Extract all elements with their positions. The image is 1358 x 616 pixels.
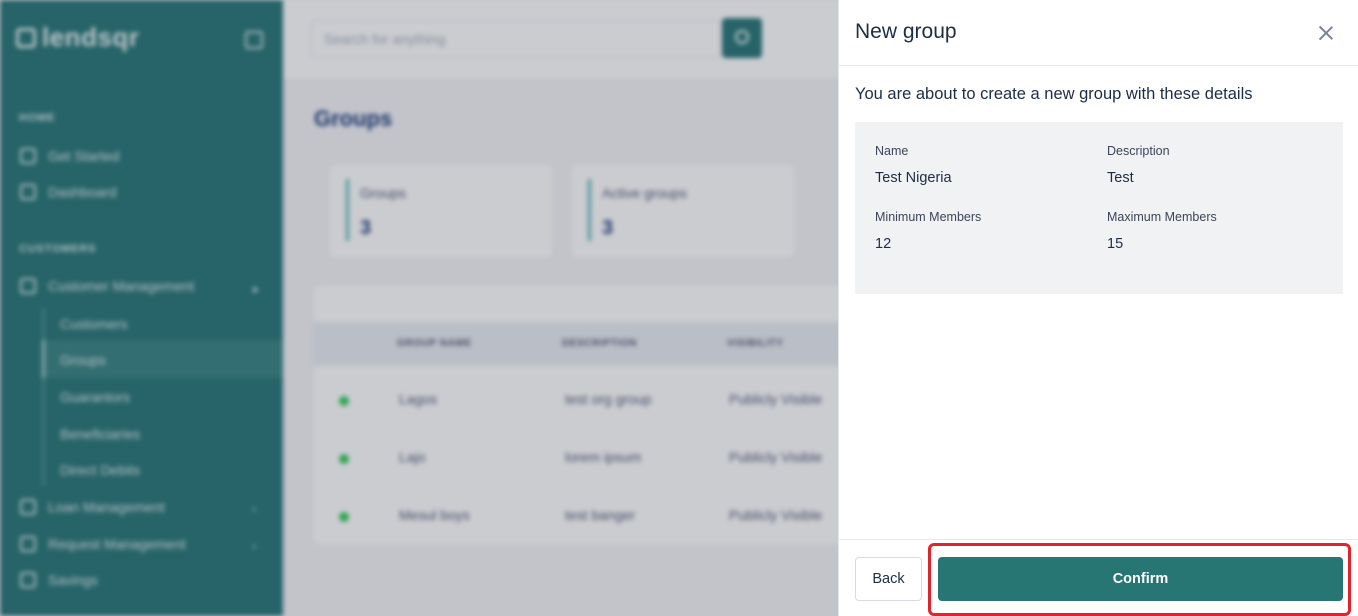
drawer-title: New group xyxy=(855,20,957,43)
name-label: Name xyxy=(875,144,909,158)
back-button[interactable]: Back xyxy=(855,557,922,601)
close-icon[interactable] xyxy=(1315,22,1337,44)
drawer-intro-text: You are about to create a new group with… xyxy=(855,85,1253,103)
maximum-members-label: Maximum Members xyxy=(1107,210,1217,224)
drawer-footer: Back Confirm xyxy=(839,539,1358,616)
description-value: Test xyxy=(1107,170,1134,186)
minimum-members-value: 12 xyxy=(875,236,892,252)
group-details-panel: Name Test Nigeria Description Test Minim… xyxy=(855,122,1343,294)
confirm-button[interactable]: Confirm xyxy=(938,557,1343,601)
minimum-members-label: Minimum Members xyxy=(875,210,982,224)
maximum-members-value: 15 xyxy=(1107,236,1124,252)
description-label: Description xyxy=(1107,144,1170,158)
name-value: Test Nigeria xyxy=(875,170,952,186)
new-group-drawer: New group You are about to create a new … xyxy=(838,0,1358,616)
drawer-header: New group xyxy=(839,0,1358,66)
